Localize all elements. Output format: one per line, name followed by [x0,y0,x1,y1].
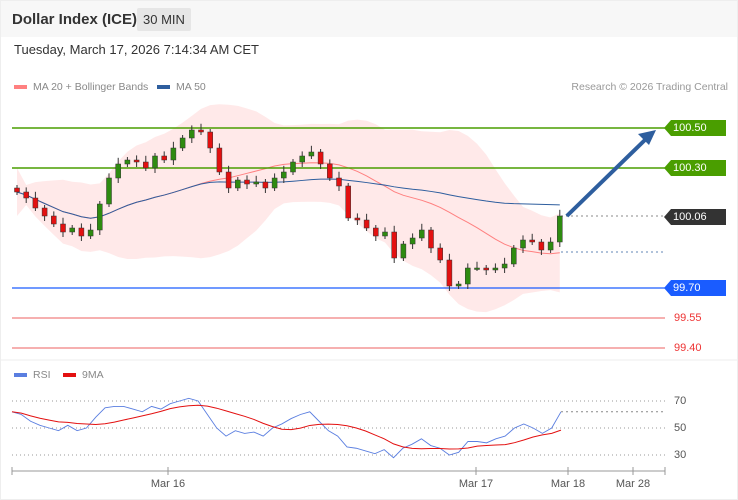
rsi-level-30: 30 [674,449,687,461]
candle-body [69,227,75,233]
legend-rsi: RSI [14,369,51,381]
candle-body [124,159,131,165]
candle-body [409,237,416,245]
candle-body [483,267,489,271]
candle-body [455,283,462,287]
candle-body [363,219,370,229]
candle-body [271,177,278,189]
candle-body [198,129,204,133]
candle-body [152,155,158,169]
candle-body [354,217,361,221]
candle-body [216,147,223,173]
candle-body [419,229,425,239]
candle-body [391,231,397,259]
rsi-line [11,397,562,459]
target-arrow-icon [565,135,650,218]
level-label-s1: 99.55 [674,312,702,324]
candle-body [437,247,443,261]
candle-body [336,177,342,187]
candle-body [308,151,315,157]
candle-body [382,231,388,237]
candle-body [345,185,351,219]
rsi-swatch-icon [14,373,27,377]
level-tag-r2: 100.50 [664,120,726,136]
candle-body [179,137,186,149]
candle-body [557,215,563,243]
legend-rsi-ma: 9MA [63,369,104,381]
candle-body [41,207,48,217]
candle-body [262,181,269,189]
candle-body [32,197,39,209]
candle-body [97,203,103,231]
candle-body [207,131,213,149]
candle-body [51,215,57,225]
candle-body [474,267,480,270]
x-label: Mar 17 [458,478,494,490]
candle-body [373,227,379,237]
candle-body [511,247,517,265]
candle-body [253,181,259,185]
candle-body [428,229,434,249]
candle-body [78,227,85,237]
candle-body [14,187,20,193]
candle-body [60,223,66,233]
candle-body [106,177,112,205]
candle-body [446,259,453,287]
x-label: Mar 18 [550,478,586,490]
candle-body [225,171,232,189]
x-label: Mar 16 [150,478,186,490]
candle-body [538,241,545,251]
candle-body [244,179,250,185]
candle-body [317,151,324,165]
candle-body [133,159,140,163]
candle-body [547,241,554,251]
candle-body [161,155,167,161]
legend-label: 9MA [82,369,104,381]
price-chart [1,104,737,475]
rsi-ma-swatch-icon [63,373,76,377]
candle-body [281,171,287,179]
candle-body [115,163,121,179]
candle-body [143,161,149,169]
candle-body [400,243,407,259]
legend-label: RSI [33,369,51,381]
level-tag-r1: 100.30 [664,160,726,176]
level-tag-pivot: 99.70 [664,280,726,296]
rsi-level-50: 50 [674,422,687,434]
level-tag-current: 100.06 [664,209,726,225]
candle-body [87,229,94,237]
candle-body [465,267,471,285]
x-label: Mar 28 [615,478,651,490]
candle-body [189,129,195,139]
candle-body [529,239,535,243]
rsi-level-70: 70 [674,395,687,407]
rsi-ma-line [11,404,562,450]
level-label-s2: 99.40 [674,342,702,354]
candle-body [170,147,177,161]
candle-body [235,179,241,189]
candle-body [299,155,305,163]
candle-body [23,191,29,199]
candle-body [290,161,296,173]
chart-widget: Dollar Index (ICE) 30 MIN Tuesday, March… [0,0,738,500]
candle-body [520,239,526,249]
candle-body [501,263,508,269]
candle-body [492,267,499,271]
candle-body [327,163,333,179]
